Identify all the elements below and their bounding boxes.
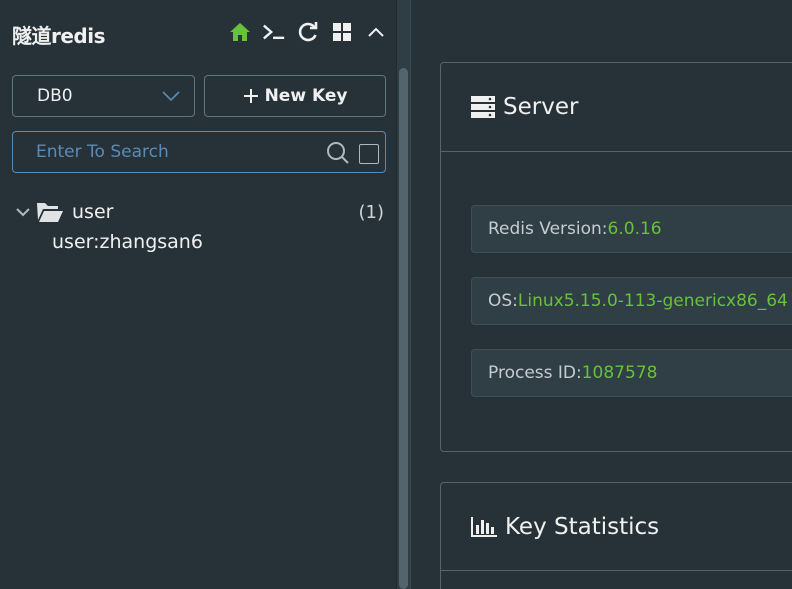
home-icon[interactable] — [228, 20, 252, 44]
tree-key-item[interactable]: user:zhangsan6 — [52, 231, 203, 261]
redis-version-label: Redis Version: — [488, 219, 608, 239]
process-id-row: Process ID: 1087578 — [471, 349, 792, 397]
chevron-down-icon — [16, 208, 30, 217]
redis-version-row: Redis Version: 6.0.16 — [471, 205, 792, 253]
grid-icon[interactable] — [330, 20, 354, 44]
collapse-icon[interactable] — [364, 20, 388, 44]
panel-divider[interactable] — [410, 0, 411, 589]
server-title: Server — [503, 94, 579, 120]
server-card-header: Server — [441, 63, 792, 152]
scrollbar-thumb[interactable] — [399, 68, 408, 589]
os-row: OS: Linux5.15.0-113-genericx86_64 — [471, 277, 792, 325]
os-value: Linux5.15.0-113-genericx86_64 — [517, 291, 788, 311]
plus-icon — [243, 89, 258, 103]
new-key-button[interactable]: New Key — [204, 75, 386, 117]
db-select-value: DB0 — [37, 86, 73, 106]
key-statistics-card: Key Statistics — [440, 482, 792, 589]
folder-name: user — [72, 201, 114, 223]
chevron-down-icon — [162, 91, 180, 101]
search-icon[interactable] — [326, 141, 350, 165]
toolbar — [228, 20, 388, 44]
tree-folder-user[interactable]: user (1) — [14, 195, 386, 229]
search-box — [12, 131, 386, 173]
key-statistics-title: Key Statistics — [505, 513, 660, 540]
folder-open-icon — [37, 203, 63, 222]
sidebar-scrollbar[interactable] — [396, 0, 410, 589]
exact-search-checkbox[interactable] — [359, 144, 379, 164]
os-label: OS: — [488, 291, 518, 311]
terminal-icon[interactable] — [262, 20, 286, 44]
app-title: 隧道redis — [12, 24, 106, 48]
process-id-label: Process ID: — [488, 363, 582, 383]
server-card: Server Redis Version: 6.0.16 OS: Linux5.… — [440, 62, 792, 452]
server-icon — [471, 96, 495, 118]
key-statistics-header: Key Statistics — [441, 483, 792, 571]
bar-chart-icon — [471, 516, 497, 537]
process-id-value: 1087578 — [581, 363, 658, 383]
db-select[interactable]: DB0 — [12, 75, 195, 117]
search-input[interactable] — [13, 132, 323, 172]
refresh-icon[interactable] — [296, 20, 320, 44]
folder-count: (1) — [358, 201, 385, 223]
sidebar: 隧道redis DB0 New Key user — [0, 0, 396, 589]
new-key-label: New Key — [264, 86, 348, 106]
redis-version-value: 6.0.16 — [607, 219, 662, 239]
